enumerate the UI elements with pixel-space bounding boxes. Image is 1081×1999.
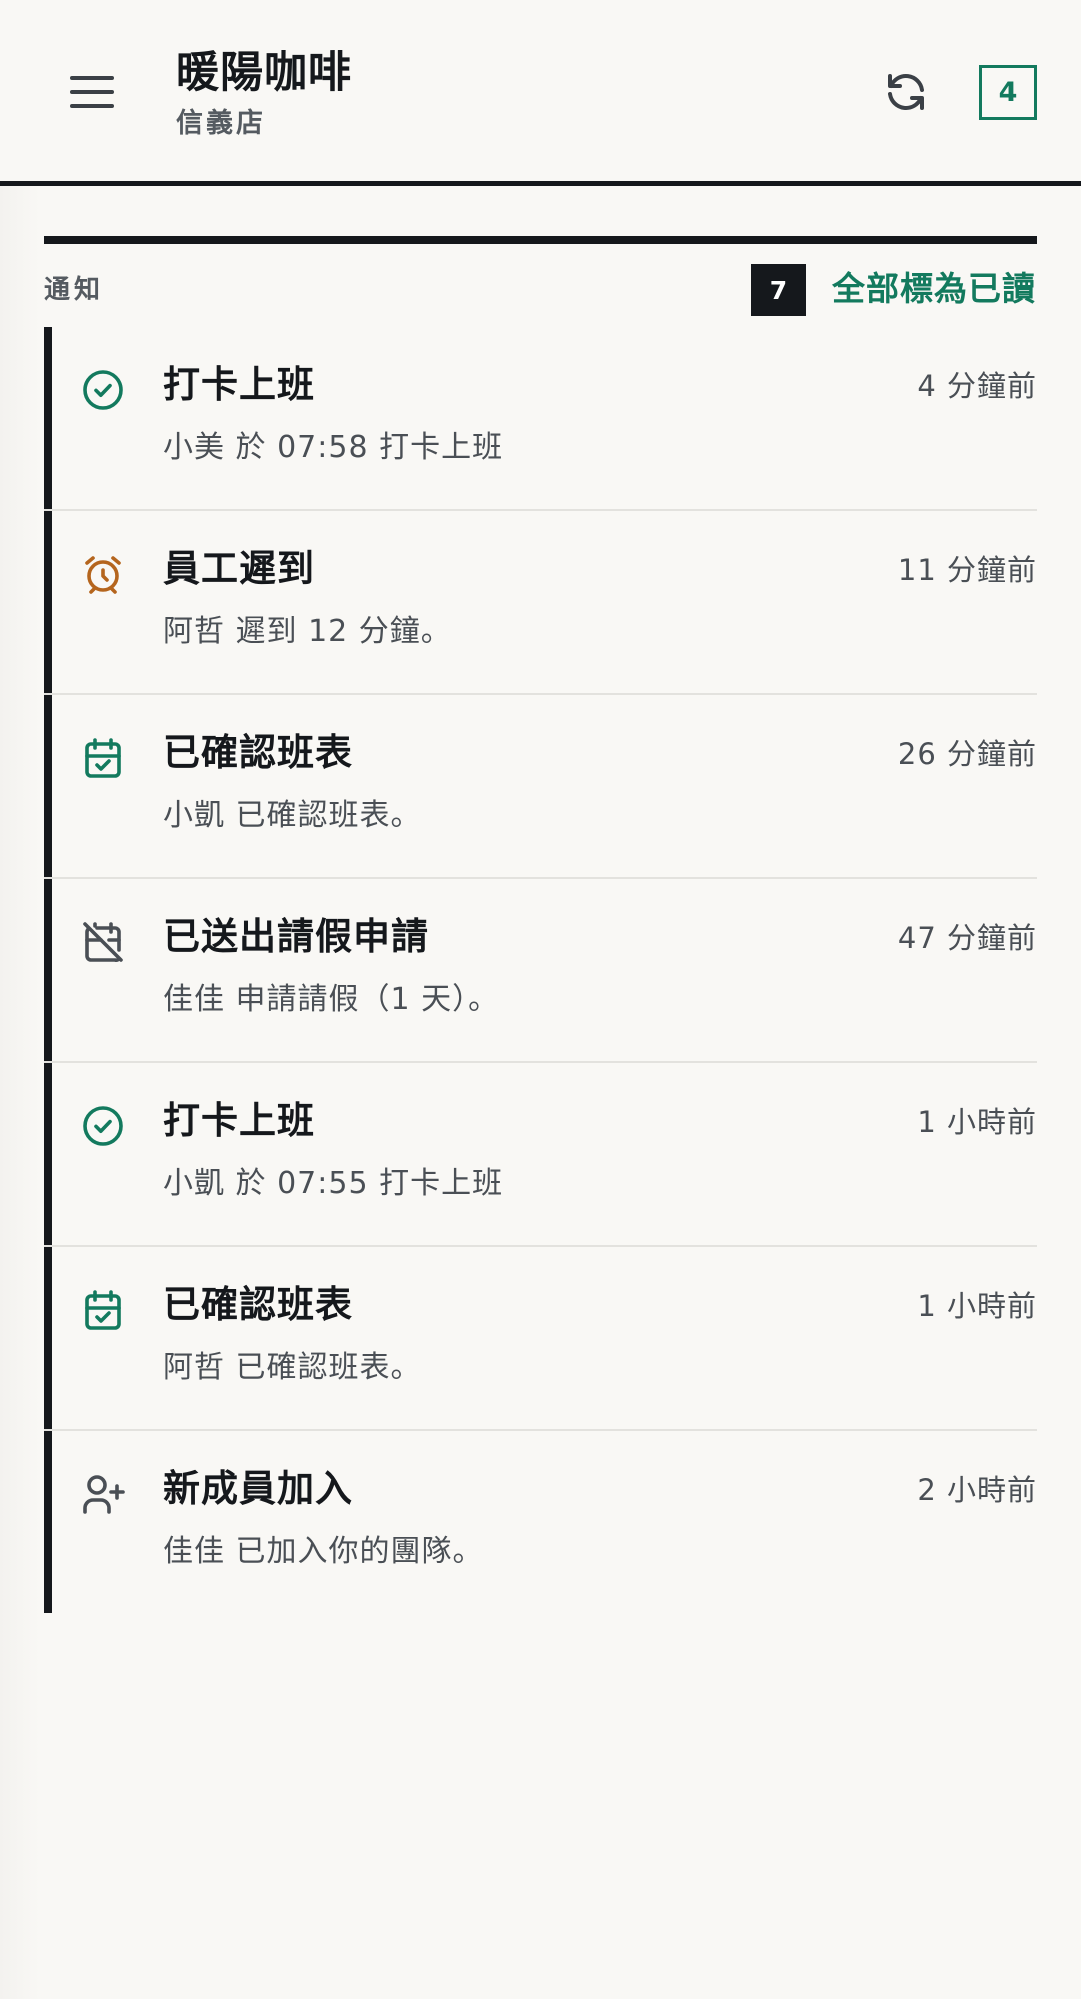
notification-title: 已確認班表 — [163, 731, 353, 774]
notification-title: 已確認班表 — [163, 1283, 353, 1326]
top-bar: 暖陽咖啡 信義店 4 — [0, 0, 1081, 186]
notification-body: 佳佳 已加入你的團隊。 — [163, 1534, 484, 1569]
notification-time: 2 小時前 — [917, 1473, 1037, 1507]
unread-count-badge: 7 — [751, 264, 806, 316]
menu-button[interactable] — [70, 72, 114, 112]
menu-line — [70, 104, 114, 108]
count-badge[interactable]: 4 — [979, 65, 1037, 120]
notification-time: 26 分鐘前 — [897, 737, 1037, 771]
section-title: 通知 — [44, 275, 105, 305]
notification-list: 打卡上班 4 分鐘前 小美 於 07:58 打卡上班 員工遲到 11 分鐘前 阿… — [44, 327, 1037, 1613]
user-plus-icon — [83, 1475, 125, 1514]
notification-body: 阿哲 已確認班表。 — [163, 1350, 422, 1385]
notification-time: 47 分鐘前 — [897, 921, 1037, 955]
notification-title: 已送出請假申請 — [163, 915, 429, 958]
notification-item[interactable]: 已確認班表 26 分鐘前 小凱 已確認班表。 — [44, 695, 1037, 879]
check-circle-icon — [83, 370, 123, 410]
notification-body: 小凱 已確認班表。 — [163, 798, 422, 833]
hamburger-menu-icon — [70, 76, 114, 80]
alarm-clock-icon — [85, 556, 121, 594]
refresh-button[interactable] — [882, 68, 930, 116]
menu-line — [70, 90, 114, 94]
notification-time: 1 小時前 — [917, 1105, 1037, 1139]
notification-title: 新成員加入 — [163, 1467, 353, 1510]
notification-time: 4 分鐘前 — [917, 369, 1037, 403]
notification-time: 1 小時前 — [917, 1289, 1037, 1323]
notification-item[interactable]: 已送出請假申請 47 分鐘前 佳佳 申請請假（1 天）。 — [44, 879, 1037, 1063]
app-root: 暖陽咖啡 信義店 4 通知 7 全部標為已讀 打卡上班 4 分鐘前 小美 於 0… — [0, 0, 1081, 1999]
branch-subtitle: 信義店 — [176, 108, 266, 139]
notification-title: 員工遲到 — [163, 547, 315, 590]
notification-item[interactable]: 打卡上班 4 分鐘前 小美 於 07:58 打卡上班 — [44, 327, 1037, 511]
calendar-off-icon — [83, 922, 123, 962]
check-circle-icon — [83, 1106, 123, 1146]
calendar-check-icon — [85, 1290, 121, 1330]
calendar-check-icon — [85, 738, 121, 778]
notification-item[interactable]: 已確認班表 1 小時前 阿哲 已確認班表。 — [44, 1247, 1037, 1431]
notification-time: 11 分鐘前 — [897, 553, 1037, 587]
section-divider — [44, 236, 1037, 244]
app-title: 暖陽咖啡 — [176, 48, 352, 98]
notification-body: 佳佳 申請請假（1 天）。 — [163, 982, 500, 1017]
notification-item[interactable]: 打卡上班 1 小時前 小凱 於 07:55 打卡上班 — [44, 1063, 1037, 1247]
notification-item[interactable]: 員工遲到 11 分鐘前 阿哲 遲到 12 分鐘。 — [44, 511, 1037, 695]
notification-item[interactable]: 新成員加入 2 小時前 佳佳 已加入你的團隊。 — [44, 1431, 1037, 1613]
mark-all-read-button[interactable]: 全部標為已讀 — [832, 266, 1036, 312]
notification-body: 小美 於 07:58 打卡上班 — [163, 430, 504, 465]
refresh-icon — [888, 74, 924, 110]
notification-body: 阿哲 遲到 12 分鐘。 — [163, 614, 452, 649]
notification-body: 小凱 於 07:55 打卡上班 — [163, 1166, 504, 1201]
notification-title: 打卡上班 — [163, 1099, 315, 1142]
notification-title: 打卡上班 — [163, 363, 315, 406]
